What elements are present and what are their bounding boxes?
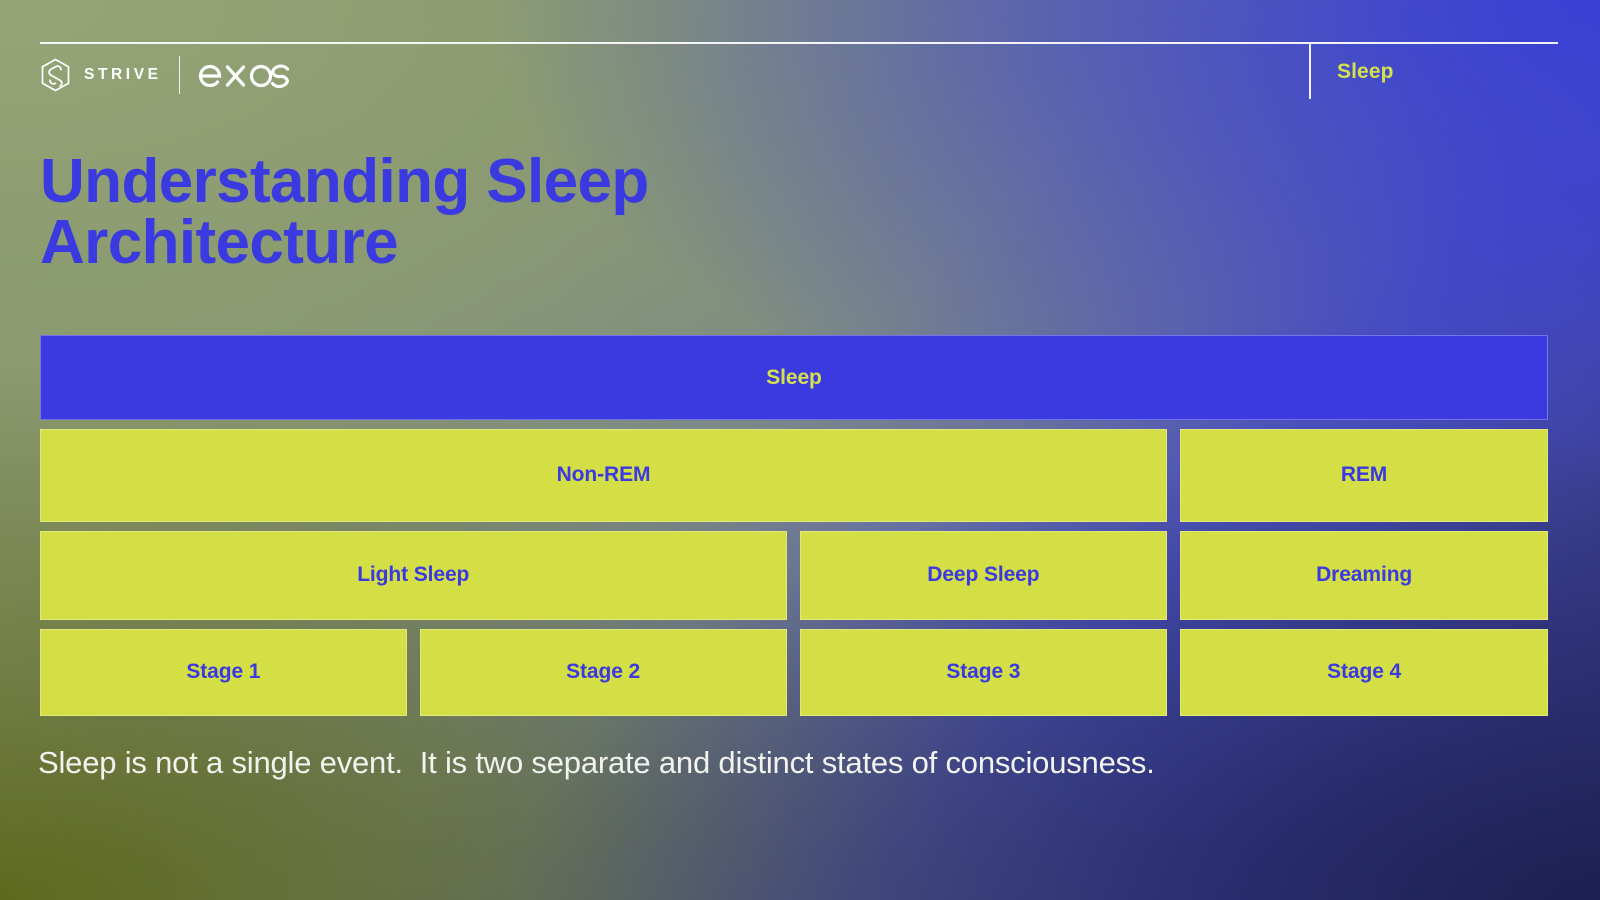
diagram-row-sleep-stage: Stage 1 Stage 2 Stage 3 Stage 4 [40, 628, 1548, 717]
brand-separator [178, 56, 180, 94]
slide-canvas: STRIVE Sleep Understanding Sleep Archite… [0, 0, 1600, 900]
node-rem[interactable]: REM [1180, 429, 1548, 522]
node-light-sleep[interactable]: Light Sleep [40, 530, 787, 620]
node-stage-2[interactable]: Stage 2 [419, 628, 787, 717]
header-vertical-divider [1309, 42, 1311, 99]
slide-header: STRIVE Sleep [40, 42, 1558, 100]
node-stage-3[interactable]: Stage 3 [799, 628, 1168, 717]
node-stage-1[interactable]: Stage 1 [40, 628, 407, 717]
strive-logo: STRIVE [40, 58, 162, 92]
node-non-rem[interactable]: Non-REM [40, 429, 1167, 522]
diagram-row-root: Sleep [40, 335, 1548, 421]
page-title: Understanding Sleep Architecture [40, 147, 649, 277]
node-deep-sleep[interactable]: Deep Sleep [799, 530, 1168, 620]
diagram-row-sleep-phase: Light Sleep Deep Sleep Dreaming [40, 530, 1548, 620]
strive-wordmark-label: STRIVE [84, 66, 162, 83]
node-dreaming[interactable]: Dreaming [1180, 530, 1548, 620]
slide-caption: Sleep is not a single event. It is two s… [38, 745, 1155, 780]
sleep-architecture-diagram: Sleep Non-REM REM Light Sleep Deep Sleep… [40, 335, 1548, 717]
node-stage-4[interactable]: Stage 4 [1180, 628, 1548, 717]
header-horizontal-rule [40, 42, 1558, 44]
diagram-row-sleep-type: Non-REM REM [40, 429, 1548, 522]
strive-hexagon-logo-icon [41, 58, 70, 92]
exos-wordmark-icon [198, 64, 289, 89]
brand-lockup: STRIVE [40, 56, 297, 94]
header-topic-tag: Sleep [1337, 60, 1394, 83]
node-sleep[interactable]: Sleep [40, 335, 1548, 421]
